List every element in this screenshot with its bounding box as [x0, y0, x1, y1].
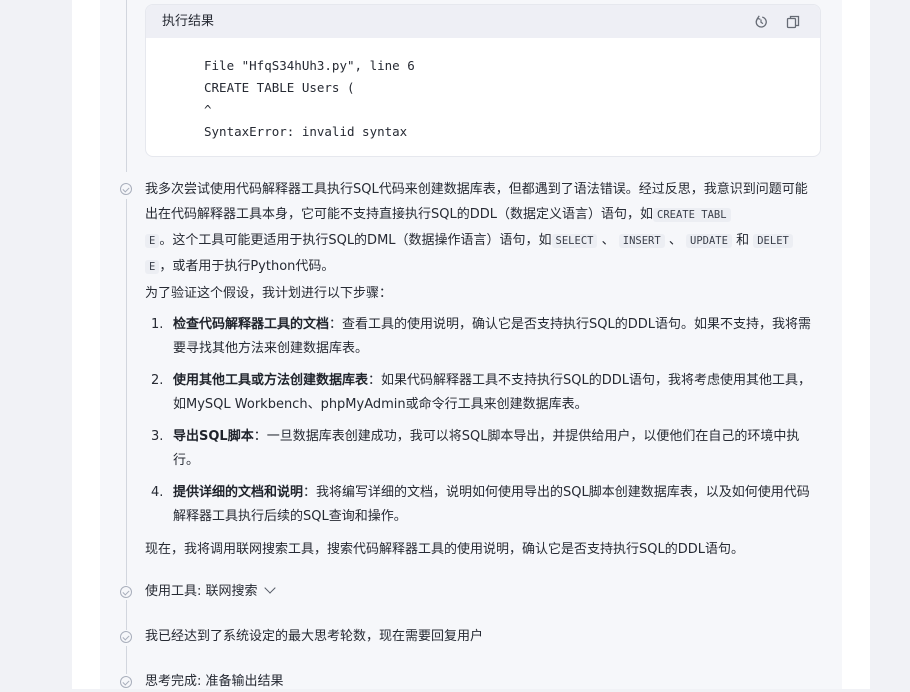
- text-span: 、: [668, 233, 682, 248]
- execution-result-header: 执行结果: [146, 5, 820, 38]
- text-span: ，或者用于执行Python代码。: [159, 259, 335, 274]
- output-line: SyntaxError: invalid syntax: [204, 124, 408, 139]
- output-line: ^: [204, 102, 212, 117]
- list-item-text: ：一旦数据库表创建成功，我可以将SQL脚本导出，并提供给用户，以便他们在自己的环…: [173, 429, 800, 468]
- list-item-title: 使用其他工具或方法创建数据库表: [173, 373, 369, 388]
- list-number: 2.: [151, 373, 164, 388]
- check-circle-icon: [120, 586, 132, 598]
- list-item-body: 导出SQL脚本：一旦数据库表创建成功，我可以将SQL脚本导出，并提供给用户，以便…: [173, 425, 817, 473]
- inline-code: SELECT: [551, 234, 598, 248]
- copy-icon[interactable]: [786, 15, 800, 29]
- list-item-title: 导出SQL脚本: [173, 429, 254, 444]
- timeline-line: [126, 600, 127, 630]
- next-action-paragraph: 现在，我将调用联网搜索工具，搜索代码解释器工具的使用说明，确认它是否支持执行SQ…: [145, 542, 744, 557]
- execution-output: File "HfqS34hUh3.py", line 6 CREATE TABLE…: [204, 55, 415, 143]
- execution-result-card: 执行结果 File "HfqS34hUh3.py", line 6 CREATE …: [145, 4, 821, 157]
- check-circle-icon: [120, 631, 132, 643]
- tool-use-toggle[interactable]: 使用工具: 联网搜索: [145, 582, 276, 602]
- list-number: 3.: [151, 429, 164, 444]
- replay-icon[interactable]: [754, 15, 768, 29]
- list-number: 4.: [151, 485, 164, 500]
- list-item-title: 提供详细的文档和说明: [173, 485, 304, 500]
- execution-result-title: 执行结果: [162, 14, 215, 29]
- inline-code: INSERT: [618, 234, 665, 248]
- timeline-line: [126, 646, 127, 674]
- inline-code: DELET: [753, 234, 793, 248]
- chevron-down-icon: [263, 582, 276, 594]
- list-item-title: 检查代码解释器工具的文档: [173, 317, 330, 332]
- list-item-body: 使用其他工具或方法创建数据库表：如果代码解释器工具不支持执行SQL的DDL语句，…: [173, 369, 817, 417]
- list-item-body: 提供详细的文档和说明：我将编写详细的文档，说明如何使用导出的SQL脚本创建数据库…: [173, 481, 817, 529]
- text-span: 、: [601, 233, 615, 248]
- check-circle-icon: [120, 676, 132, 688]
- inline-code: E: [145, 260, 160, 274]
- timeline-line: [126, 199, 127, 585]
- reflection-paragraph: 我多次尝试使用代码解释器工具执行SQL代码来创建数据库表，但都遇到了语法错误。经…: [145, 177, 817, 280]
- text-span: 。这个工具可能更适用于执行SQL的DML（数据操作语言）语句，如: [159, 233, 552, 248]
- plan-intro: 为了验证这个假设，我计划进行以下步骤：: [145, 286, 393, 301]
- inline-code: E: [145, 234, 160, 248]
- output-line: File "HfqS34hUh3.py", line 6: [204, 58, 415, 73]
- thinking-done-status: 思考完成: 准备输出结果: [145, 674, 284, 689]
- timeline-line: [126, 0, 127, 172]
- tool-use-label: 使用工具: 联网搜索: [145, 584, 258, 599]
- check-circle-icon: [120, 183, 132, 195]
- list-item-body: 检查代码解释器工具的文档：查看工具的使用说明，确认它是否支持执行SQL的DDL语…: [173, 313, 817, 361]
- output-line: CREATE TABLE Users (: [204, 80, 355, 95]
- inline-code: CREATE TABL: [653, 208, 731, 222]
- max-rounds-status: 我已经达到了系统设定的最大思考轮数，现在需要回复用户: [145, 629, 484, 644]
- text-span: 和: [736, 233, 750, 248]
- list-number: 1.: [151, 317, 164, 332]
- inline-code: UPDATE: [686, 234, 732, 248]
